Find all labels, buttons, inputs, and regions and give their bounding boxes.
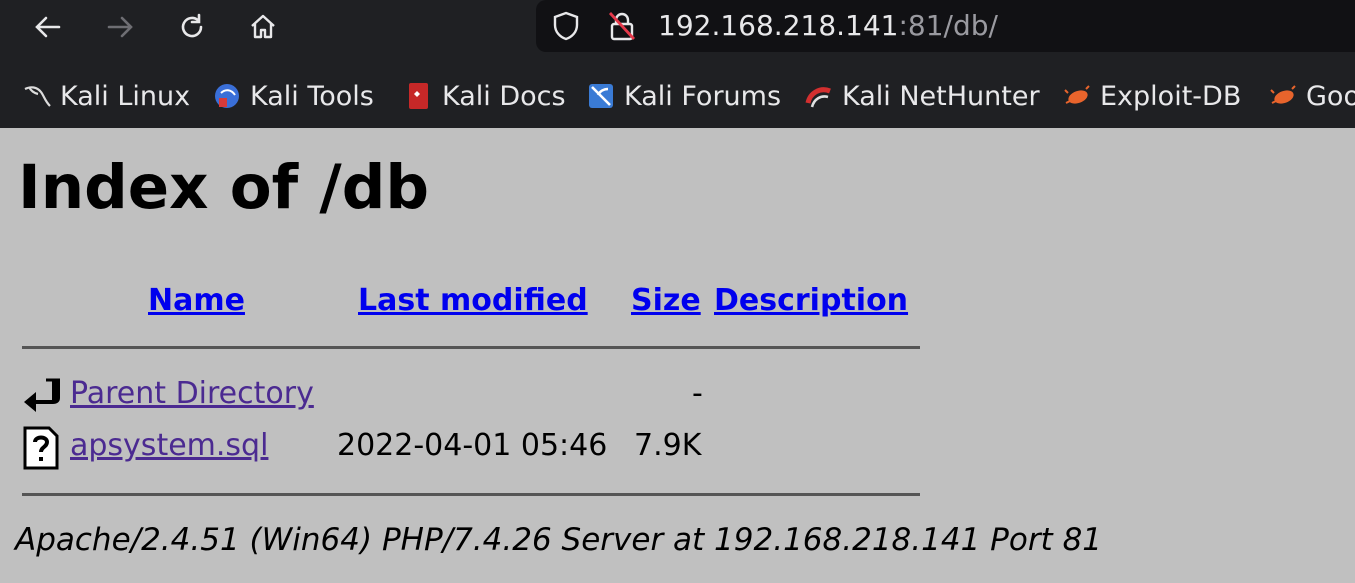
insecure-lock-icon[interactable]: [606, 9, 638, 43]
google-hacking-db-icon: [1270, 85, 1296, 104]
back-arrow-icon: [24, 378, 60, 412]
forward-arrow-icon: [107, 16, 133, 38]
header-divider: [22, 346, 920, 349]
bookmark-kali-tools[interactable]: Kali Tools: [212, 76, 374, 116]
bookmark-exploit-db[interactable]: Exploit-DB: [1062, 76, 1241, 116]
server-signature: Apache/2.4.51 (Win64) PHP/7.4.26 Server …: [15, 522, 1103, 558]
sort-by-size-link[interactable]: Size: [631, 283, 701, 318]
reload-button[interactable]: [173, 8, 211, 46]
kali-tools-icon: [215, 84, 239, 108]
bookmark-kali-linux[interactable]: Kali Linux: [22, 76, 190, 116]
column-header-description[interactable]: Description: [714, 283, 908, 318]
address-bar[interactable]: 192.168.218.141:81/db/: [536, 0, 1355, 52]
bookmark-kali-nethunter[interactable]: Kali NetHunter: [804, 76, 1040, 116]
kali-docs-icon: [409, 83, 428, 109]
row-last-modified: 2022-04-01 05:46: [337, 428, 608, 463]
back-arrow-icon: [35, 16, 61, 38]
bookmark-label: Goo: [1306, 80, 1355, 112]
page-title: Index of /db: [18, 152, 430, 223]
exploit-db-icon: [1064, 85, 1090, 104]
bookmark-google-hacking-db[interactable]: Goo: [1268, 76, 1355, 116]
sort-by-modified-link[interactable]: Last modified: [358, 283, 588, 318]
tracking-protection-shield-icon[interactable]: [550, 10, 582, 42]
table-row: Parent Directory -: [22, 374, 920, 420]
bookmark-kali-docs[interactable]: Kali Docs: [404, 76, 566, 116]
bookmark-label: Kali NetHunter: [842, 80, 1040, 112]
bookmark-label: Kali Tools: [250, 80, 374, 112]
bookmark-label: Exploit-DB: [1100, 80, 1242, 112]
url-text[interactable]: 192.168.218.141:81/db/: [658, 9, 998, 42]
file-link-apsystem-sql[interactable]: apsystem.sql: [70, 428, 268, 463]
bookmark-kali-forums[interactable]: Kali Forums: [586, 76, 781, 116]
nav-toolbar: 192.168.218.141:81/db/: [0, 0, 1355, 54]
parent-directory-link[interactable]: Parent Directory: [70, 376, 314, 411]
browser-chrome: 192.168.218.141:81/db/ Kali Linux Kali T…: [0, 0, 1355, 128]
bookmark-label: Kali Forums: [624, 80, 782, 112]
sort-by-description-link[interactable]: Description: [714, 283, 908, 318]
column-header-name[interactable]: Name: [148, 283, 245, 318]
url-path: :81/db/: [898, 9, 998, 42]
home-button[interactable]: [244, 8, 282, 46]
home-icon: [251, 14, 275, 39]
column-header-last-modified[interactable]: Last modified: [358, 283, 588, 318]
kali-nethunter-icon: [805, 87, 831, 108]
bookmark-label: Kali Docs: [442, 80, 566, 112]
unknown-file-icon: [23, 426, 59, 470]
row-size: -: [692, 376, 703, 411]
kali-forums-icon: [589, 84, 613, 108]
table-row: apsystem.sql 2022-04-01 05:46 7.9K: [22, 424, 920, 470]
bookmarks-toolbar: Kali Linux Kali Tools Kali Docs Kali For…: [0, 72, 1355, 120]
footer-divider: [22, 493, 920, 496]
sort-by-name-link[interactable]: Name: [148, 283, 245, 318]
kali-dragon-icon: [24, 86, 51, 107]
forward-button[interactable]: [101, 8, 139, 46]
back-button[interactable]: [29, 8, 67, 46]
bookmark-label: Kali Linux: [60, 80, 191, 112]
column-header-size[interactable]: Size: [631, 283, 701, 318]
row-size: 7.9K: [634, 428, 702, 463]
url-host: 192.168.218.141: [658, 9, 899, 42]
reload-icon: [181, 13, 203, 38]
